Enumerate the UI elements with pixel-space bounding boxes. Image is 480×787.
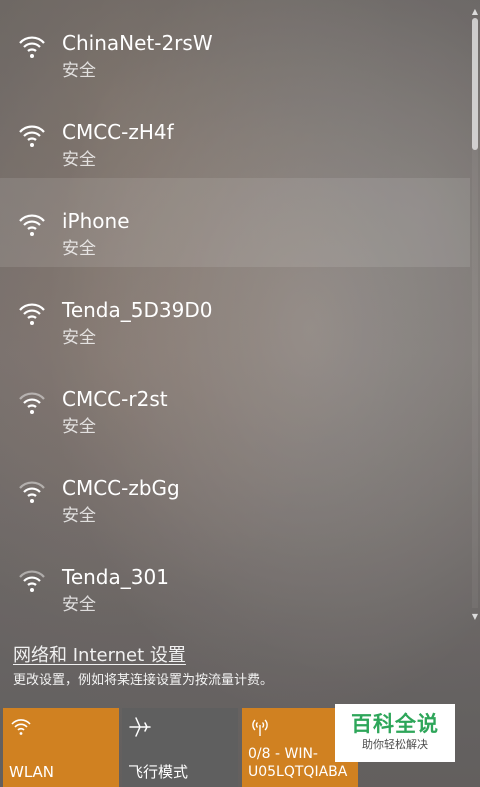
network-flyout-panel: ChinaNet-2rsW 安全 CMCC-zH4f 安全 iPhone 安全 …	[0, 0, 480, 787]
network-item-tenda-301[interactable]: Tenda_301 安全	[0, 534, 470, 623]
network-security-status: 安全	[62, 150, 96, 170]
wifi-icon	[17, 478, 47, 508]
watermark-logo: 百科全说 助你轻松解决	[335, 704, 455, 762]
wifi-network-list: ChinaNet-2rsW 安全 CMCC-zH4f 安全 iPhone 安全 …	[0, 0, 470, 625]
network-security-status: 安全	[62, 328, 96, 348]
watermark-title: 百科全说	[351, 712, 439, 736]
wifi-icon	[17, 567, 47, 597]
network-name: ChinaNet-2rsW	[62, 31, 213, 55]
scroll-thumb[interactable]	[472, 18, 478, 150]
network-item-iphone[interactable]: iPhone 安全	[0, 178, 470, 267]
network-item-cmcc-zh4f[interactable]: CMCC-zH4f 安全	[0, 89, 470, 178]
wifi-icon	[17, 122, 47, 152]
network-name: CMCC-zH4f	[62, 120, 174, 144]
scroll-down-arrow-icon[interactable]: ▼	[470, 611, 480, 623]
network-name: Tenda_5D39D0	[62, 298, 213, 322]
network-name: iPhone	[62, 209, 130, 233]
airplane-mode-tile[interactable]: 飞行模式	[122, 708, 238, 787]
network-name: CMCC-r2st	[62, 387, 168, 411]
network-name: CMCC-zbGg	[62, 476, 180, 500]
network-security-status: 安全	[62, 239, 96, 259]
wifi-icon	[17, 389, 47, 419]
airplane-icon	[128, 715, 152, 739]
watermark-subtitle: 助你轻松解决	[362, 738, 428, 751]
wlan-toggle-tile[interactable]: WLAN	[3, 708, 119, 787]
mobile-hotspot-icon	[248, 715, 272, 739]
network-item-tenda-5d39d0[interactable]: Tenda_5D39D0 安全	[0, 267, 470, 356]
wifi-icon	[9, 715, 33, 739]
network-list-scrollbar[interactable]: ▲ ▼	[470, 0, 480, 625]
tile-label: 飞行模式	[128, 763, 189, 781]
network-settings-description: 更改设置，例如将某连接设置为按流量计费。	[13, 673, 274, 688]
network-security-status: 安全	[62, 506, 96, 526]
network-settings-link[interactable]: 网络和 Internet 设置	[13, 645, 186, 667]
network-security-status: 安全	[62, 417, 96, 437]
wifi-icon	[17, 300, 47, 330]
tile-label: WLAN	[9, 763, 55, 781]
network-item-chinanet-2rsw[interactable]: ChinaNet-2rsW 安全	[0, 0, 470, 89]
network-security-status: 安全	[62, 595, 96, 615]
network-item-cmcc-zbgg[interactable]: CMCC-zbGg 安全	[0, 445, 470, 534]
wifi-icon	[17, 211, 47, 241]
network-security-status: 安全	[62, 61, 96, 81]
network-name: Tenda_301	[62, 565, 169, 589]
wifi-icon	[17, 33, 47, 63]
network-item-cmcc-r2st[interactable]: CMCC-r2st 安全	[0, 356, 470, 445]
scroll-up-arrow-icon[interactable]: ▲	[470, 6, 480, 18]
